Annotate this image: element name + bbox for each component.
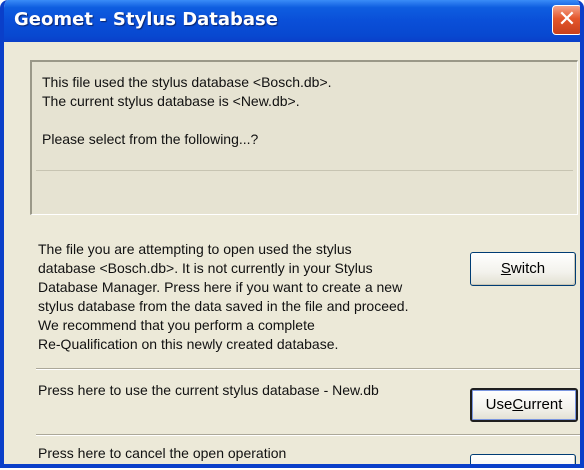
switch-description-line: We recommend that you perform a complete — [38, 317, 315, 333]
switch-description-line: Re-Qualification on this newly created d… — [38, 336, 339, 352]
switch-button[interactable]: Switch — [470, 252, 576, 286]
switch-mnemonic: S — [500, 260, 511, 277]
message-line-prompt: Please select from the following...? — [42, 131, 259, 147]
message-line-current-db: The current stylus database is <New.db>. — [42, 93, 300, 109]
separator — [36, 368, 580, 370]
use-current-button-label: Use Current — [486, 390, 563, 420]
cancel-button-label: Cancel — [500, 455, 547, 464]
use-current-label-before: Use — [485, 396, 513, 413]
switch-description-line: database <Bosch.db>. It is not currently… — [38, 260, 373, 276]
switch-button-label: Switch — [501, 253, 545, 285]
use-current-description: Press here to use the current stylus dat… — [38, 382, 379, 398]
close-icon: ✕ — [557, 7, 577, 32]
window-title: Geomet - Stylus Database — [14, 9, 278, 30]
message-divider — [36, 170, 573, 171]
cancel-button[interactable]: Cancel — [470, 454, 576, 464]
message-line-file-db: This file used the stylus database <Bosc… — [42, 74, 332, 90]
cancel-description: Press here to cancel the open operation — [38, 445, 287, 461]
dialog-body: This file used the stylus database <Bosc… — [4, 42, 580, 464]
use-current-label-after: urrent — [523, 396, 563, 413]
switch-description-line: stylus database from the data saved in t… — [38, 298, 409, 314]
separator — [36, 434, 580, 436]
close-button[interactable]: ✕ — [552, 5, 580, 35]
stylus-database-dialog: Geomet - Stylus Database ✕ This file use… — [0, 0, 584, 468]
switch-description-line: The file you are attempting to open used… — [38, 241, 352, 257]
use-current-mnemonic: C — [512, 396, 524, 413]
message-panel: This file used the stylus database <Bosc… — [30, 60, 578, 215]
switch-description-line: Database Manager. Press here if you want… — [38, 279, 403, 295]
use-current-button[interactable]: Use Current — [470, 388, 578, 422]
title-bar[interactable]: Geomet - Stylus Database ✕ — [4, 0, 580, 42]
switch-label-rest: witch — [510, 260, 546, 277]
